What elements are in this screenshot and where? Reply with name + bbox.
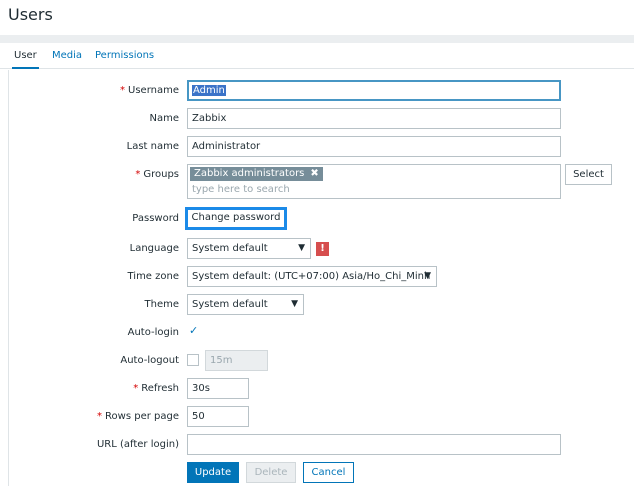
url-label: URL (after login) (96, 439, 179, 450)
change-password-button[interactable]: Change password (185, 207, 287, 230)
password-label: Password (132, 213, 179, 224)
theme-select[interactable]: System default ▼ (187, 294, 304, 315)
username-input[interactable]: Admin (187, 80, 561, 101)
theme-label: Theme (144, 299, 180, 310)
language-select[interactable]: System default ▼ (187, 238, 311, 259)
chevron-down-icon: ▼ (291, 299, 298, 309)
autologin-label: Auto-login (127, 327, 179, 338)
tab-media[interactable]: Media (52, 50, 82, 61)
language-value: System default (192, 243, 268, 254)
chevron-down-icon: ▼ (424, 271, 431, 281)
username-label: * Username (120, 85, 179, 96)
name-label: Name (149, 113, 179, 124)
theme-value: System default (192, 299, 268, 310)
last-name-input[interactable]: Administrator (187, 136, 561, 157)
refresh-label: * Refresh (133, 383, 179, 394)
name-input[interactable]: Zabbix (187, 108, 561, 129)
tab-user[interactable]: User (12, 50, 39, 69)
remove-icon[interactable]: ✖ (310, 168, 318, 179)
cancel-button[interactable]: Cancel (303, 462, 354, 483)
refresh-input[interactable]: 30s (187, 378, 249, 399)
autologout-input: 15m (205, 350, 268, 371)
autologin-checkbox[interactable]: ✓ (187, 324, 199, 338)
update-button[interactable]: Update (187, 462, 239, 483)
last-name-label: Last name (126, 141, 179, 152)
header-bar: Users (0, 0, 634, 35)
page-title: Users (8, 5, 53, 24)
groups-multiselect[interactable]: Zabbix administrators ✖ type here to sear… (187, 164, 561, 199)
tab-permissions[interactable]: Permissions (95, 50, 154, 61)
autologout-label: Auto-logout (120, 355, 179, 366)
delete-button: Delete (246, 462, 296, 483)
rows-per-page-label: * Rows per page (97, 411, 179, 422)
chevron-down-icon: ▼ (298, 243, 305, 253)
checkmark-icon: ✓ (189, 324, 199, 337)
groups-select-button[interactable]: Select (565, 164, 612, 185)
group-chip: Zabbix administrators ✖ (190, 167, 323, 181)
group-chip-label: Zabbix administrators (194, 168, 305, 179)
warning-info-icon[interactable]: ! (316, 242, 329, 256)
autologout-checkbox[interactable] (187, 354, 199, 366)
groups-search-placeholder[interactable]: type here to search (192, 184, 290, 195)
language-label: Language (129, 243, 179, 254)
url-input[interactable] (187, 434, 561, 455)
timezone-label: Time zone (127, 271, 179, 282)
groups-label: * Groups (135, 169, 179, 180)
user-form-panel: User Media Permissions * Username Admin N… (0, 43, 634, 486)
rows-per-page-input[interactable]: 50 (187, 406, 249, 427)
tab-bar: User Media Permissions (0, 43, 634, 69)
timezone-value: System default: (UTC+07:00) Asia/Ho_Chi_… (192, 271, 431, 282)
user-form: * Username Admin Name Zabbix Last name Ad… (8, 70, 634, 486)
timezone-select[interactable]: System default: (UTC+07:00) Asia/Ho_Chi_… (187, 266, 437, 287)
